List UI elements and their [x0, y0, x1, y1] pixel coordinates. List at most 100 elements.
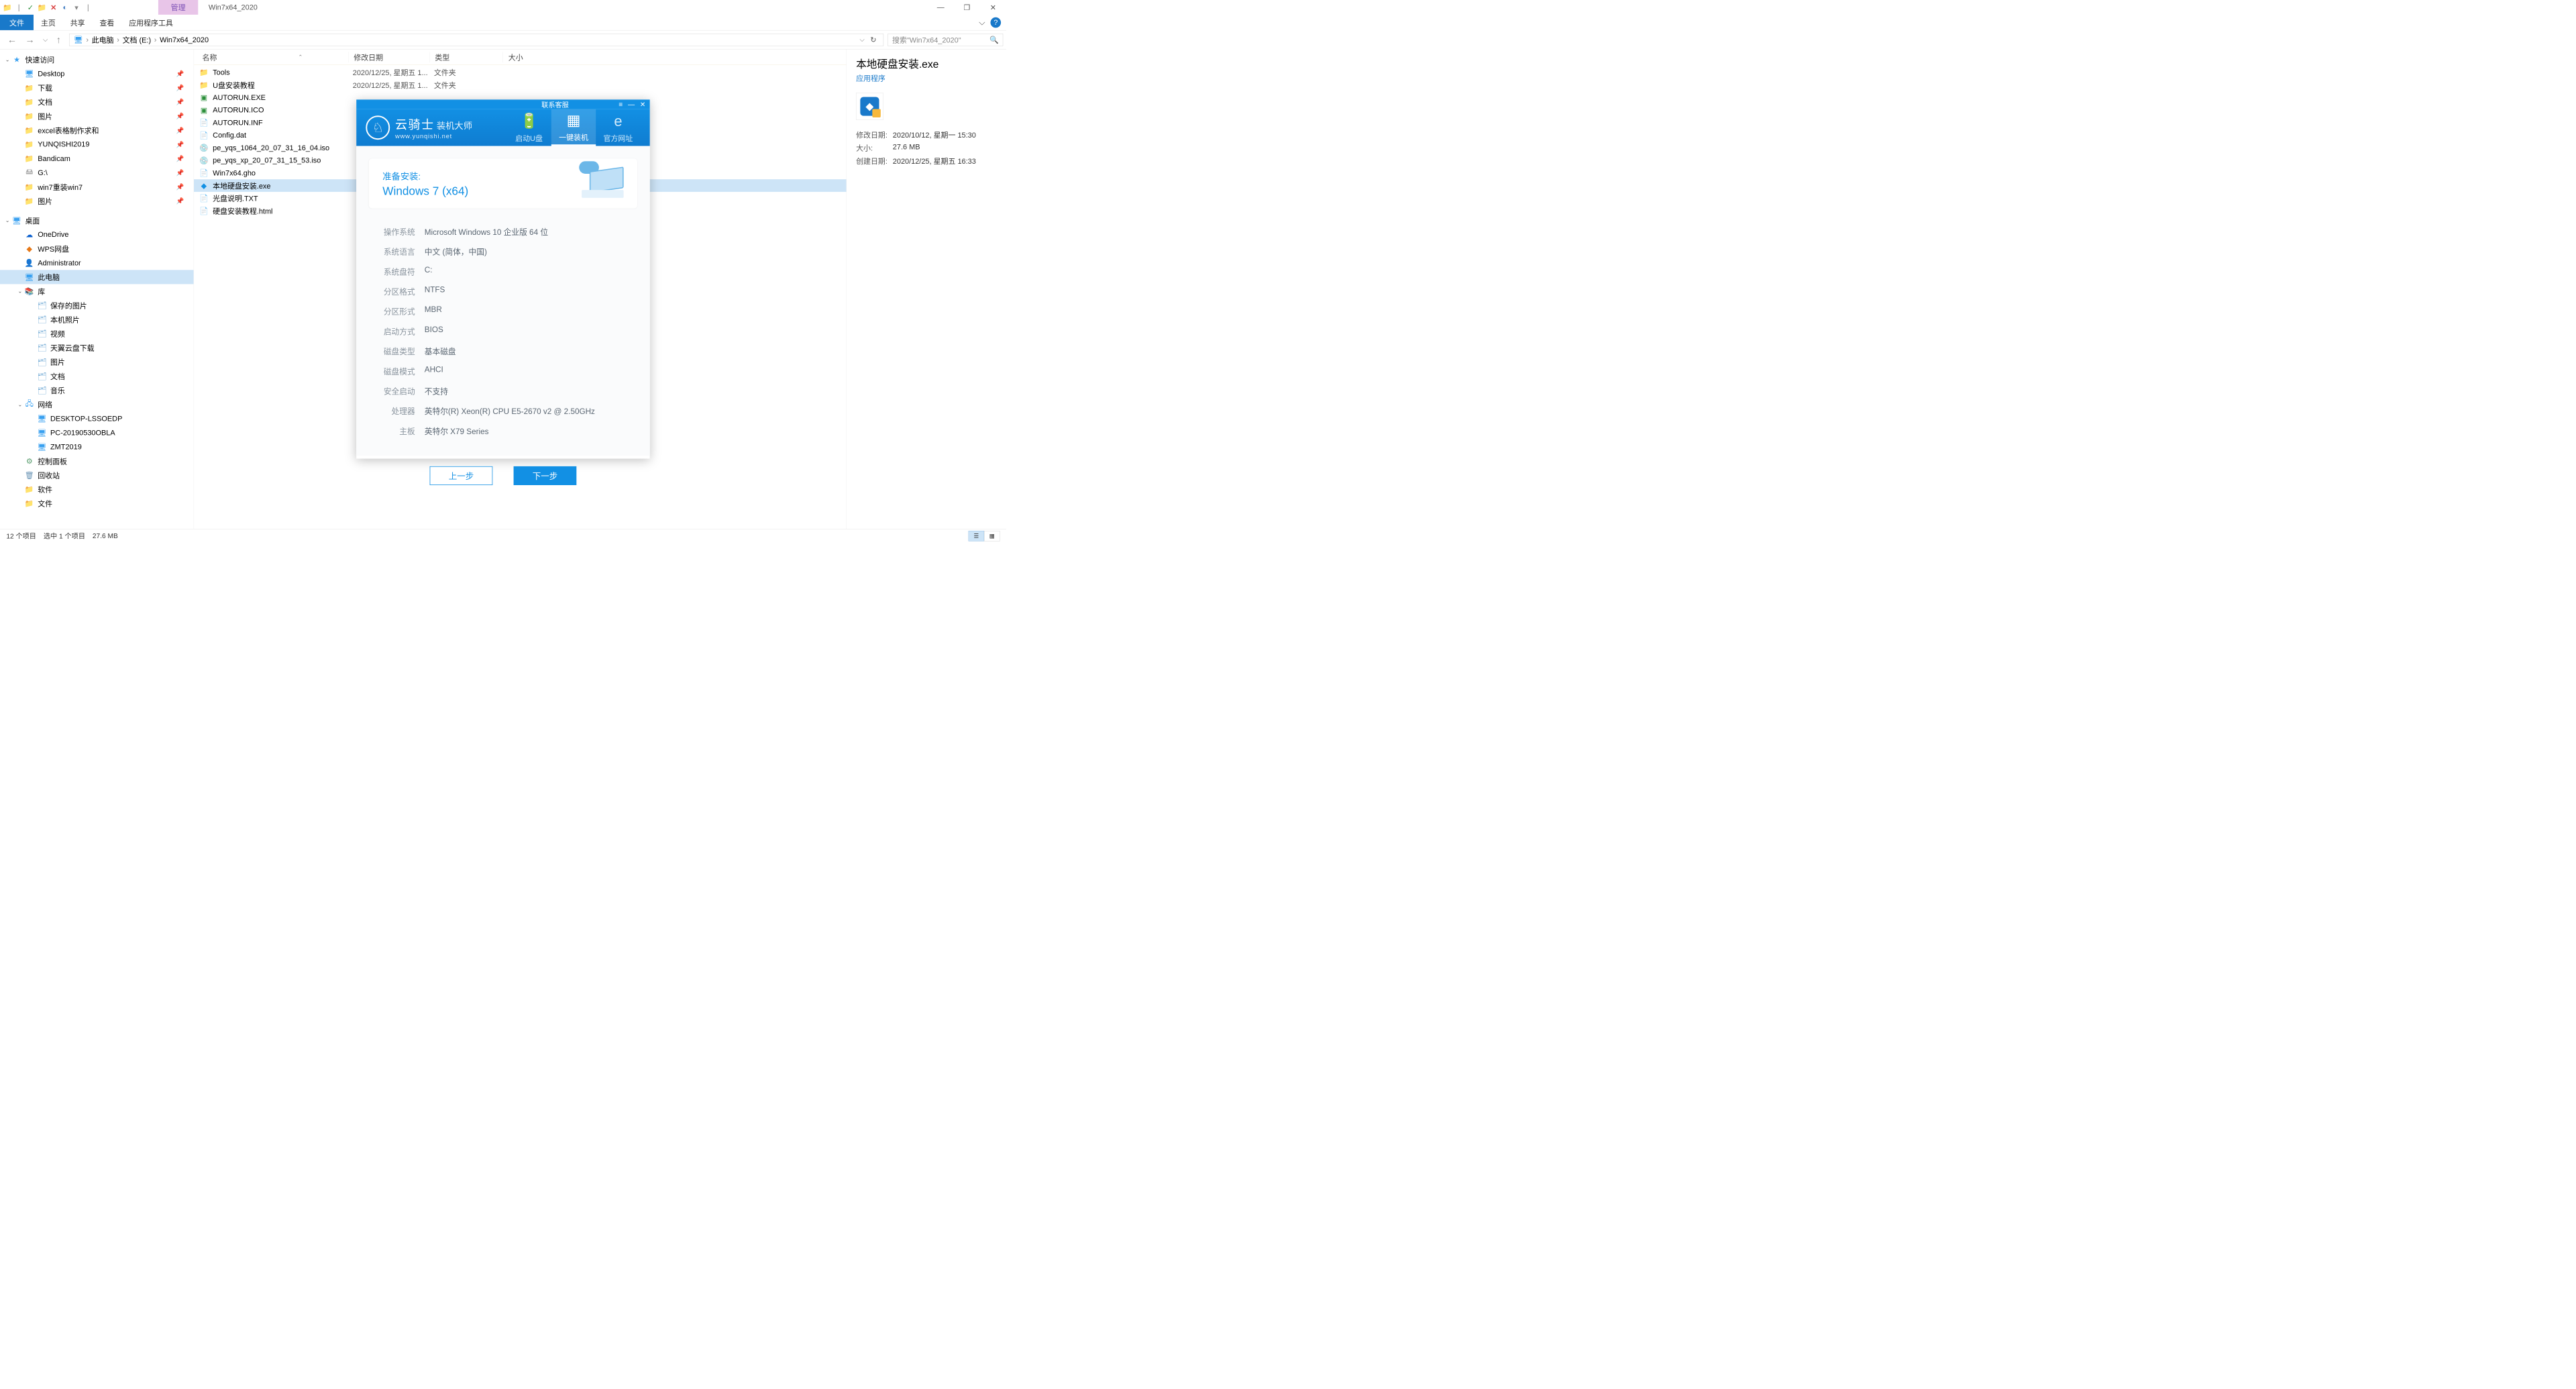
minimize-button[interactable]: —: [928, 0, 954, 15]
sidebar-item[interactable]: 🖥 DESKTOP-LSSOEDP: [0, 411, 194, 425]
app-icon: 📁: [3, 3, 11, 11]
chevron-down-icon[interactable]: ⌵: [979, 17, 985, 28]
chevron-right-icon[interactable]: ›: [154, 36, 157, 44]
close-red-icon[interactable]: ✕: [49, 3, 57, 11]
ribbon-tab-file[interactable]: 文件: [0, 15, 34, 30]
help-icon[interactable]: ?: [990, 17, 1001, 28]
check-icon[interactable]: ✓: [26, 3, 34, 11]
crumb-thispc[interactable]: 此电脑: [92, 34, 114, 45]
sidebar-item[interactable]: 👤 Administrator: [0, 256, 194, 270]
info-row: 磁盘类型 基本磁盘: [382, 341, 623, 361]
info-row: 磁盘模式 AHCI: [382, 361, 623, 381]
sidebar-item[interactable]: 🗂 图片: [0, 355, 194, 369]
ribbon-tab-share[interactable]: 共享: [63, 15, 93, 30]
sidebar-item[interactable]: ☁ OneDrive: [0, 227, 194, 242]
sidebar-item-label: PC-20190530OBLA: [50, 429, 115, 437]
dialog-nav-item[interactable]: 🔋 启动U盘: [506, 109, 551, 146]
sidebar-item[interactable]: 🖥 Desktop 📌: [0, 66, 194, 81]
sidebar-item[interactable]: ◆ WPS网盘: [0, 242, 194, 256]
file-row[interactable]: 📁 U盘安装教程 2020/12/25, 星期五 1... 文件夹: [194, 79, 847, 91]
maximize-button[interactable]: ❐: [954, 0, 980, 15]
folder-icon: 📁: [25, 154, 33, 162]
contextual-tab-manage[interactable]: 管理: [158, 0, 198, 15]
crumb-docs[interactable]: 文档 (E:): [123, 34, 152, 45]
info-key: 分区形式: [382, 305, 424, 317]
view-icons-button[interactable]: ▦: [984, 531, 1000, 542]
menu-icon[interactable]: ≡: [619, 101, 623, 109]
view-details-button[interactable]: ☰: [969, 531, 984, 542]
sidebar-network[interactable]: ⌄ 🖧 网络: [0, 397, 194, 411]
close-icon[interactable]: ✕: [640, 101, 646, 109]
chevron-down-icon[interactable]: ⌄: [18, 401, 23, 408]
sidebar-item[interactable]: 🗂 本机照片: [0, 313, 194, 327]
column-date[interactable]: 修改日期: [348, 52, 429, 62]
column-size[interactable]: 大小: [503, 52, 576, 62]
search-input[interactable]: 搜索"Win7x64_2020" 🔍: [888, 34, 1003, 46]
sidebar-item[interactable]: 🗂 文档: [0, 369, 194, 383]
sidebar-libraries[interactable]: ⌄ 📚 库: [0, 284, 194, 298]
address-dropdown-icon[interactable]: ⌵: [859, 36, 864, 44]
quick-access-toolbar: 📁 | ✓ 📁 ✕ ◐ ▾ |: [0, 0, 95, 15]
column-name[interactable]: 名称⌃: [194, 52, 348, 62]
close-button[interactable]: ✕: [980, 0, 1006, 15]
sidebar-item[interactable]: 📁 图片 📌: [0, 194, 194, 208]
file-type: 文件夹: [434, 67, 507, 78]
minimize-icon[interactable]: —: [628, 101, 635, 109]
sidebar-control-panel[interactable]: ⚙ 控制面板: [0, 454, 194, 468]
sidebar-item[interactable]: 📁 YUNQISHI2019 📌: [0, 138, 194, 152]
sidebar-item[interactable]: 📁 文档 📌: [0, 95, 194, 109]
sidebar-item[interactable]: 🗂 天翼云盘下载: [0, 341, 194, 355]
sidebar-item[interactable]: 🗂 保存的图片: [0, 299, 194, 313]
crumb-folder[interactable]: Win7x64_2020: [160, 36, 209, 44]
sidebar-item[interactable]: 🖥 ZMT2019: [0, 440, 194, 454]
folder-icon: 📁: [25, 84, 33, 92]
contact-support-link[interactable]: 联系客服: [405, 99, 569, 109]
file-row[interactable]: 📁 Tools 2020/12/25, 星期五 1... 文件夹: [194, 66, 847, 79]
info-value: 中文 (简体，中国): [425, 246, 487, 257]
sidebar-item[interactable]: 📁 win7重装win7 📌: [0, 180, 194, 194]
info-key: 磁盘类型: [382, 345, 424, 356]
dialog-nav-item[interactable]: e 官方网址: [596, 109, 640, 146]
chevron-down-icon[interactable]: ⌄: [5, 217, 10, 224]
address-bar[interactable]: 🖥 › 此电脑 › 文档 (E:) › Win7x64_2020 ⌵ ↻: [69, 34, 883, 46]
refresh-icon[interactable]: ↻: [867, 36, 879, 44]
overflow-icon[interactable]: ▾: [72, 3, 80, 11]
folder-icon: 📁: [199, 81, 209, 90]
search-icon[interactable]: 🔍: [989, 36, 999, 44]
sidebar-item[interactable]: 🖥 PC-20190530OBLA: [0, 425, 194, 440]
up-icon[interactable]: ↑: [56, 34, 61, 45]
folder-icon[interactable]: 📁: [38, 3, 46, 11]
sidebar-item[interactable]: 📁 Bandicam 📌: [0, 152, 194, 166]
sidebar-item[interactable]: 📁 图片 📌: [0, 109, 194, 123]
sidebar-recycle-bin[interactable]: 🗑 回收站: [0, 468, 194, 482]
sidebar-quick-access[interactable]: ⌄ ★ 快速访问: [0, 52, 194, 66]
sidebar-item[interactable]: 🗂 视频: [0, 327, 194, 341]
column-type[interactable]: 类型: [430, 52, 503, 62]
properties-icon[interactable]: ◐: [61, 3, 69, 11]
chevron-right-icon[interactable]: ›: [117, 36, 119, 44]
back-icon[interactable]: ←: [7, 34, 17, 45]
chevron-down-icon[interactable]: ⌄: [18, 288, 23, 295]
sidebar-software[interactable]: 📁 软件: [0, 482, 194, 497]
sidebar-item[interactable]: 🖴 G:\ 📌: [0, 166, 194, 180]
file-icon: 📄: [199, 168, 209, 178]
sidebar-files[interactable]: 📁 文件: [0, 497, 194, 511]
previous-button[interactable]: 上一步: [430, 466, 493, 485]
sidebar-item[interactable]: 📁 下载 📌: [0, 81, 194, 95]
forward-icon[interactable]: →: [25, 34, 34, 45]
prop-value: 2020/10/12, 星期一 15:30: [893, 130, 976, 140]
chevron-right-icon[interactable]: ›: [86, 36, 89, 44]
sidebar-desktop[interactable]: ⌄ 🖥 桌面: [0, 213, 194, 227]
recent-icon[interactable]: ⌵: [43, 36, 48, 44]
chevron-down-icon[interactable]: ⌄: [5, 56, 10, 63]
dialog-nav-item[interactable]: ▦ 一键装机: [551, 109, 596, 146]
ribbon-tab-apptools[interactable]: 应用程序工具: [121, 15, 180, 30]
desktop-icon: 🖥: [13, 216, 21, 224]
next-button[interactable]: 下一步: [514, 466, 577, 485]
ribbon-tab-home[interactable]: 主页: [34, 15, 63, 30]
prop-label: 创建日期:: [856, 156, 893, 166]
sidebar-item[interactable]: 🗂 音乐: [0, 383, 194, 397]
sidebar-item[interactable]: 🖥 此电脑: [0, 270, 194, 284]
sidebar-item[interactable]: 📁 excel表格制作求和 📌: [0, 123, 194, 138]
ribbon-tab-view[interactable]: 查看: [93, 15, 122, 30]
